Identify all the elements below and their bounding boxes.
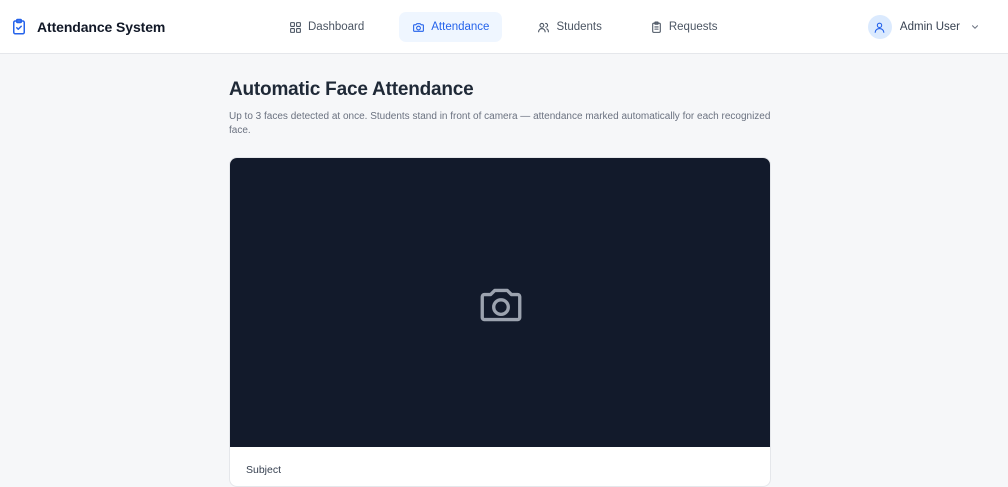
nav-dashboard-label: Dashboard [308,21,365,33]
nav-requests-label: Requests [668,21,718,33]
avatar [867,15,892,39]
top-navbar: Attendance System Dashboard Attendance S… [0,0,1008,54]
user-menu[interactable]: Admin User [867,13,980,41]
nav-attendance-label: Attendance [431,21,490,33]
grid-icon [290,21,301,33]
user-name: Admin User [899,21,960,33]
nav-dashboard[interactable]: Dashboard [276,12,377,42]
nav-attendance[interactable]: Attendance [399,12,503,42]
camera-icon [413,22,425,32]
clipboard-icon [652,21,661,33]
users-icon [538,22,550,32]
camera-card: Subject [229,157,771,487]
page-header: Automatic Face Attendance Up to 3 faces … [229,78,771,138]
main-nav: Dashboard Attendance Students Requests [276,12,730,42]
camera-view[interactable] [230,158,770,447]
page-title: Automatic Face Attendance [229,79,474,100]
nav-requests[interactable]: Requests [637,12,731,42]
camera-icon [480,288,522,321]
brand[interactable]: Attendance System [10,0,165,54]
app-title: Attendance System [37,19,166,35]
user-icon [875,22,885,33]
chevron-down-icon [971,25,979,29]
page-description: Up to 3 faces detected at once. Students… [229,111,771,136]
subject-label: Subject [246,464,282,476]
nav-students-label: Students [556,21,602,33]
clipboard-check-icon [13,18,25,35]
nav-students[interactable]: Students [524,12,614,42]
